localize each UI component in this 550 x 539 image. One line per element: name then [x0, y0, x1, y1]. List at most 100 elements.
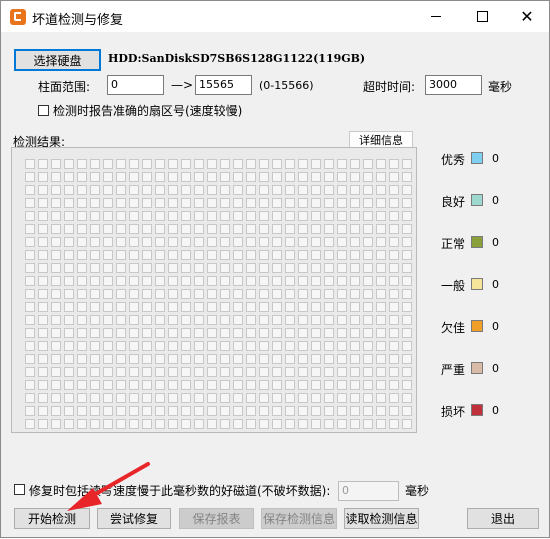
track-cell [337, 367, 347, 377]
maximize-button[interactable] [459, 1, 505, 32]
track-cell [376, 341, 386, 351]
track-cell [207, 185, 217, 195]
track-cell [246, 250, 256, 260]
try-repair-button[interactable]: 尝试修复 [97, 508, 171, 529]
track-cell [363, 328, 373, 338]
track-cell [337, 172, 347, 182]
track-cell [220, 419, 230, 429]
track-cell [246, 289, 256, 299]
track-cell [51, 341, 61, 351]
track-cell [324, 354, 334, 364]
timeout-unit: 毫秒 [488, 80, 513, 94]
track-cell [389, 263, 399, 273]
track-cell [142, 302, 152, 312]
track-cell [90, 224, 100, 234]
track-cell [337, 406, 347, 416]
track-cell [324, 211, 334, 221]
track-cell [233, 276, 243, 286]
track-cell [337, 198, 347, 208]
track-cell [324, 341, 334, 351]
track-cell [90, 250, 100, 260]
track-cell [90, 380, 100, 390]
track-cell [350, 224, 360, 234]
include-slow-tracks-label: 修复时包括读写速度慢于此毫秒数的好磁道(不破坏数据): [29, 484, 331, 498]
slow-threshold-input[interactable]: 0 [338, 481, 399, 501]
track-cell [324, 263, 334, 273]
track-cell [311, 211, 321, 221]
track-cell [168, 289, 178, 299]
track-cell [129, 172, 139, 182]
track-cell [272, 354, 282, 364]
track-cell [337, 380, 347, 390]
track-cell [272, 263, 282, 273]
track-cell [142, 328, 152, 338]
track-cell [233, 380, 243, 390]
track-cell [285, 302, 295, 312]
track-cell [298, 406, 308, 416]
track-cell [402, 263, 412, 273]
close-button[interactable]: ✕ [504, 1, 550, 32]
track-cell [116, 354, 126, 364]
range-arrow: —> [171, 78, 194, 92]
track-cell [402, 185, 412, 195]
track-cell [246, 367, 256, 377]
track-cell [64, 159, 74, 169]
track-cell [363, 172, 373, 182]
track-cell [142, 237, 152, 247]
save-report-button[interactable]: 保存报表 [179, 508, 254, 529]
cylinder-to-input[interactable]: 15565 [195, 75, 252, 95]
track-cell [324, 159, 334, 169]
track-cell [25, 302, 35, 312]
save-scan-info-button[interactable]: 保存检测信息 [261, 508, 337, 529]
track-cell [116, 289, 126, 299]
include-slow-tracks-checkbox[interactable] [14, 484, 25, 495]
track-cell [181, 211, 191, 221]
start-scan-button[interactable]: 开始检测 [14, 508, 90, 529]
track-cell [194, 380, 204, 390]
minimize-button[interactable] [413, 1, 459, 32]
track-cell [25, 185, 35, 195]
track-cell [272, 237, 282, 247]
track-cell [181, 159, 191, 169]
track-cell [220, 159, 230, 169]
track-cell [376, 289, 386, 299]
select-disk-button[interactable]: 选择硬盘 [14, 49, 101, 71]
track-cell [350, 315, 360, 325]
track-cell [363, 198, 373, 208]
track-cell [194, 263, 204, 273]
track-cell [90, 367, 100, 377]
exit-button[interactable]: 退出 [467, 508, 539, 529]
report-sector-checkbox[interactable] [38, 105, 49, 116]
track-cell [363, 341, 373, 351]
report-sector-label: 检测时报告准确的扇区号(速度较慢) [53, 104, 243, 118]
track-cell [311, 354, 321, 364]
track-cell [363, 276, 373, 286]
track-cell [77, 315, 87, 325]
track-cell [25, 419, 35, 429]
track-cell [116, 341, 126, 351]
track-cell [155, 315, 165, 325]
track-cell [207, 159, 217, 169]
track-cell [142, 419, 152, 429]
track-cell [168, 185, 178, 195]
track-cell [285, 224, 295, 234]
track-cell [155, 211, 165, 221]
track-cell [38, 328, 48, 338]
track-cell [350, 211, 360, 221]
track-cell [259, 250, 269, 260]
track-cell [298, 393, 308, 403]
legend-swatch [471, 278, 483, 290]
track-cell [272, 406, 282, 416]
track-cell [376, 250, 386, 260]
track-cell [337, 185, 347, 195]
load-scan-info-button[interactable]: 读取检测信息 [344, 508, 419, 529]
cylinder-from-input[interactable]: 0 [107, 75, 164, 95]
track-cell [298, 172, 308, 182]
slow-threshold-unit: 毫秒 [405, 484, 430, 498]
track-cell [142, 341, 152, 351]
timeout-input[interactable]: 3000 [425, 75, 482, 95]
legend-count: 0 [492, 404, 499, 417]
track-cell [77, 328, 87, 338]
track-cell [129, 354, 139, 364]
track-cell [77, 289, 87, 299]
